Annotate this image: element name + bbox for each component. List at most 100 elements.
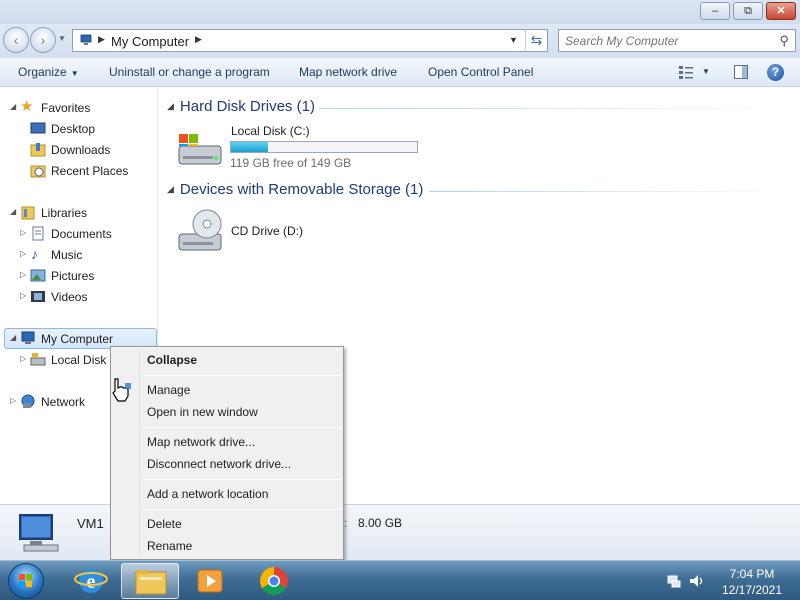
- nav-favorites[interactable]: ◢ ★ Favorites: [10, 98, 150, 118]
- nav-local-disk-label: Local Disk (: [51, 353, 114, 367]
- menu-separator: [141, 375, 341, 376]
- drive-local-disk-c[interactable]: Local Disk (C:) 119 GB free of 149 GB: [175, 124, 445, 170]
- network-status-icon[interactable]: [666, 573, 682, 589]
- view-options-dropdown-icon[interactable]: ▼: [702, 67, 710, 76]
- folder-icon: [135, 570, 167, 595]
- expand-arrow-icon[interactable]: ▷: [10, 396, 16, 405]
- drive-c-free-space: 119 GB free of 149 GB: [230, 156, 352, 170]
- group-header-hdd-label: Hard Disk Drives (1): [179, 98, 315, 115]
- expand-arrow-icon[interactable]: ◢: [10, 207, 16, 216]
- drive-c-capacity-bar: [230, 141, 418, 153]
- group-header-hard-disk-drives[interactable]: ◢ Hard Disk Drives (1): [167, 98, 315, 115]
- nav-videos[interactable]: ▷ Videos: [10, 287, 150, 307]
- menu-item-manage[interactable]: Manage: [147, 383, 190, 397]
- desktop-icon: [30, 122, 46, 134]
- nav-downloads-label: Downloads: [51, 143, 111, 157]
- nav-downloads[interactable]: Downloads: [10, 140, 150, 160]
- expand-arrow-icon[interactable]: ▷: [20, 249, 26, 258]
- breadcrumb-chevron-icon[interactable]: ▶: [195, 34, 202, 45]
- nav-libraries-label: Libraries: [41, 206, 88, 220]
- minimize-button[interactable]: –: [700, 2, 730, 20]
- computer-name: VM1: [77, 516, 104, 531]
- nav-videos-label: Videos: [51, 290, 88, 304]
- menu-item-disconnect-network-drive[interactable]: Disconnect network drive...: [147, 457, 291, 471]
- address-dropdown-icon[interactable]: ▼: [509, 35, 518, 45]
- menu-gutter: [139, 349, 140, 557]
- forward-button[interactable]: ›: [30, 27, 56, 53]
- menu-item-open-new-window[interactable]: Open in new window: [147, 405, 258, 419]
- nav-desktop[interactable]: Desktop: [10, 119, 150, 139]
- expand-arrow-icon[interactable]: ▷: [20, 354, 26, 363]
- menu-item-delete[interactable]: Delete: [147, 517, 182, 531]
- nav-pictures[interactable]: ▷ Pictures: [10, 266, 150, 286]
- menu-separator: [141, 479, 341, 480]
- nav-documents-label: Documents: [51, 227, 112, 241]
- taskbar-media-player[interactable]: [181, 563, 239, 599]
- computer-icon: [19, 514, 59, 552]
- chevron-down-icon: ▼: [70, 69, 79, 78]
- search-icon[interactable]: ⚲: [779, 33, 789, 49]
- group-divider: [429, 191, 789, 192]
- search-input[interactable]: [565, 33, 765, 49]
- uninstall-program-button[interactable]: Uninstall or change a program: [109, 65, 270, 79]
- music-icon: ♪: [31, 246, 38, 262]
- drive-d-name: CD Drive (D:): [231, 224, 303, 238]
- clock-date: 12/17/2021: [721, 583, 783, 597]
- nav-recent-places-label: Recent Places: [51, 164, 129, 178]
- taskbar-internet-explorer[interactable]: e: [62, 563, 120, 599]
- expand-arrow-icon[interactable]: ◢: [10, 333, 16, 342]
- menu-item-rename[interactable]: Rename: [147, 539, 192, 553]
- network-icon: [21, 394, 35, 408]
- taskbar-chrome[interactable]: [245, 563, 303, 599]
- nav-recent-places[interactable]: Recent Places: [10, 161, 150, 181]
- context-menu: Collapse Manage Open in new window Map n…: [110, 346, 344, 560]
- expand-arrow-icon[interactable]: ▷: [20, 291, 26, 300]
- clock[interactable]: 7:04 PM 12/17/2021: [712, 566, 792, 598]
- open-control-panel-button[interactable]: Open Control Panel: [428, 65, 533, 79]
- expand-arrow-icon[interactable]: ▷: [20, 270, 26, 279]
- menu-item-map-network-drive[interactable]: Map network drive...: [147, 435, 255, 449]
- taskbar-explorer[interactable]: [121, 563, 179, 599]
- collapse-arrow-icon[interactable]: ◢: [167, 101, 174, 111]
- back-button[interactable]: ‹: [3, 27, 29, 53]
- expand-arrow-icon[interactable]: ▷: [20, 228, 26, 237]
- drive-cd-d[interactable]: CD Drive (D:): [175, 208, 375, 256]
- address-row: ‹ › ▼ ▶ My Computer ▶ ▼ ⇆ ⚲: [0, 24, 800, 58]
- address-bar[interactable]: ▶ My Computer ▶ ▼ ⇆: [72, 29, 548, 52]
- maximize-button[interactable]: ⧉: [733, 2, 763, 20]
- group-header-removable-storage[interactable]: ◢ Devices with Removable Storage (1): [167, 181, 423, 198]
- volume-icon[interactable]: [688, 573, 706, 589]
- taskbar: e 7:04 PM 12/17/2021: [0, 560, 800, 600]
- menu-item-add-network-location[interactable]: Add a network location: [147, 487, 268, 501]
- pictures-icon: [30, 269, 46, 282]
- clock-time: 7:04 PM: [729, 567, 775, 581]
- map-network-drive-button[interactable]: Map network drive: [299, 65, 397, 79]
- nav-network-label: Network: [41, 395, 86, 409]
- breadcrumb-my-computer[interactable]: My Computer: [111, 34, 189, 49]
- help-icon[interactable]: ?: [767, 64, 784, 81]
- start-button[interactable]: [8, 563, 44, 599]
- svg-text:e: e: [87, 571, 96, 593]
- nav-documents[interactable]: ▷ Documents: [10, 224, 150, 244]
- refresh-icon[interactable]: ⇆: [525, 30, 547, 51]
- nav-music[interactable]: ▷ ♪ Music: [10, 245, 150, 265]
- expand-arrow-icon[interactable]: ◢: [10, 102, 16, 111]
- close-button[interactable]: ✕: [766, 2, 796, 20]
- recent-pages-dropdown-icon[interactable]: ▼: [58, 34, 66, 43]
- nav-pictures-label: Pictures: [51, 269, 95, 283]
- breadcrumb-chevron-icon[interactable]: ▶: [98, 34, 105, 45]
- collapse-arrow-icon[interactable]: ◢: [167, 184, 174, 194]
- command-bar: Organize ▼ Uninstall or change a program …: [0, 58, 800, 87]
- media-player-icon: [197, 569, 223, 593]
- menu-item-collapse[interactable]: Collapse: [147, 353, 197, 367]
- nav-libraries[interactable]: ◢ Libraries: [10, 203, 150, 223]
- preview-pane-icon[interactable]: [733, 64, 749, 80]
- change-view-icon[interactable]: [678, 64, 694, 80]
- hard-drive-icon: [178, 134, 222, 165]
- drive-c-capacity-fill: [231, 142, 269, 152]
- videos-icon: [31, 291, 45, 302]
- hand-cursor-icon: [112, 378, 131, 402]
- chrome-icon: [260, 567, 288, 595]
- organize-button[interactable]: Organize ▼: [18, 65, 79, 79]
- search-box[interactable]: ⚲: [558, 29, 796, 52]
